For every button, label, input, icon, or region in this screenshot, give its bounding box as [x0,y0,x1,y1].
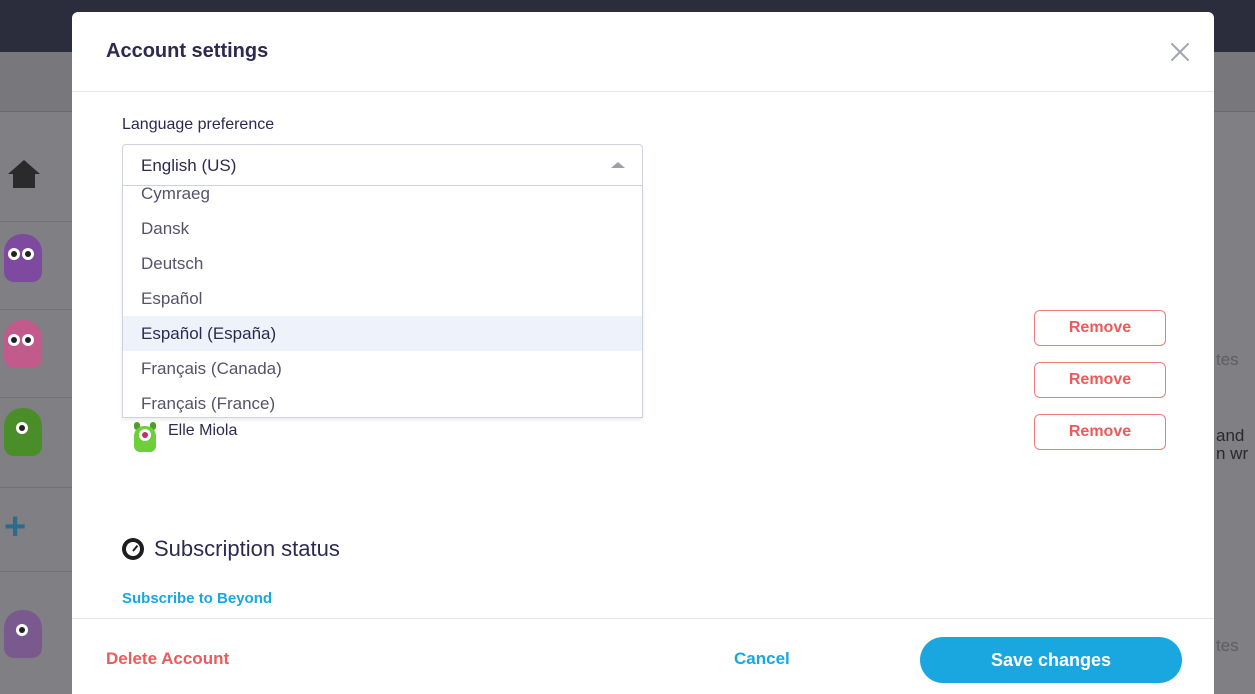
home-icon [8,160,40,190]
language-dropdown: Cymraeg Dansk Deutsch Español Español (E… [122,186,643,418]
account-settings-modal: Account settings Language preference Rem… [72,12,1214,694]
gauge-icon [122,538,144,560]
cancel-button[interactable]: Cancel [734,649,790,669]
language-option[interactable]: Cymraeg [123,186,642,211]
monster-avatar-icon [4,610,42,658]
modal-header: Account settings [72,12,1214,92]
modal-footer: Delete Account Cancel Save changes [72,618,1214,694]
language-option[interactable]: Français (Canada) [123,351,642,386]
background-text: tes [1216,350,1239,369]
delete-account-button[interactable]: Delete Account [106,649,229,669]
remove-student-button[interactable]: Remove [1034,310,1166,346]
language-option[interactable]: Deutsch [123,246,642,281]
remove-student-button[interactable]: Remove [1034,362,1166,398]
language-select-value: English (US) [141,156,237,175]
modal-title: Account settings [106,40,269,62]
monster-avatar-icon [4,408,42,456]
language-preference-label: Language preference [122,116,275,133]
monster-avatar-icon [4,320,42,368]
language-option[interactable]: Français (France) [123,386,642,417]
language-option[interactable]: Español [123,281,642,316]
remove-student-button[interactable]: Remove [1034,414,1166,450]
subscribe-link[interactable]: Subscribe to Beyond [122,590,272,607]
save-changes-button[interactable]: Save changes [920,637,1182,683]
student-name: Elle Miola [168,422,238,439]
background-text: n wr [1216,444,1249,463]
close-icon[interactable] [1168,40,1192,64]
student-avatar-icon [128,420,162,454]
background-right-panel: tes and n wr tes [1214,112,1255,694]
language-select[interactable]: English (US) [122,144,643,186]
plus-icon: + [4,506,27,548]
monster-avatar-icon [4,234,42,282]
background-text: tes [1216,636,1239,655]
background-sidebar [0,112,72,694]
caret-up-icon [611,162,625,168]
background-text: and [1216,426,1245,445]
subscription-title: Subscription status [154,536,340,561]
language-option-highlighted[interactable]: Español (España) [123,316,642,351]
language-option[interactable]: Dansk [123,211,642,246]
